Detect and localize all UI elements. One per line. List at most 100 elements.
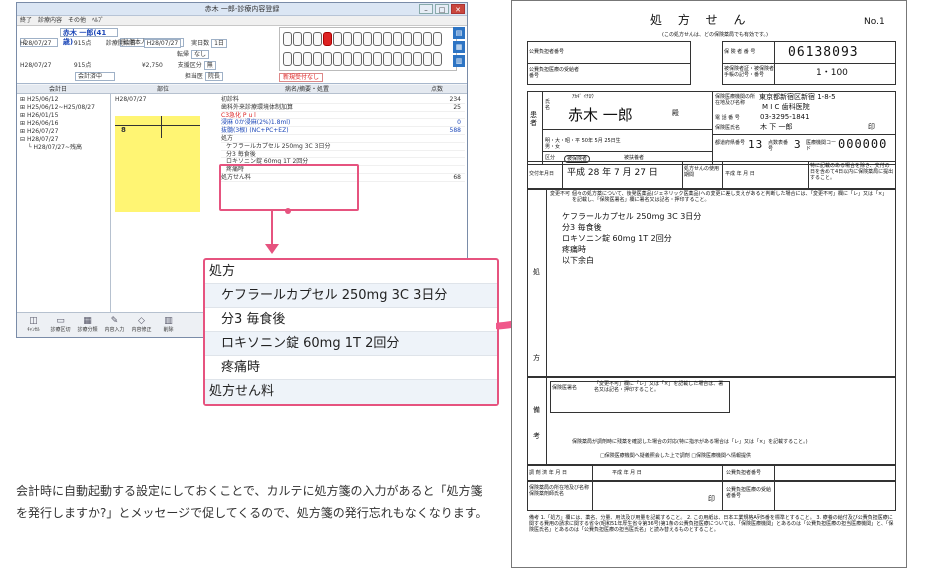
tree-item[interactable]: ⊞ H26/07/27 bbox=[20, 128, 107, 136]
divide-icon: ▭ bbox=[56, 316, 65, 326]
maximize-button[interactable]: □ bbox=[435, 4, 449, 14]
tree-item[interactable]: ⊞ H25/06/12 bbox=[20, 96, 107, 104]
close-button[interactable]: ✕ bbox=[451, 4, 465, 14]
tooth-icon[interactable] bbox=[313, 32, 322, 46]
recipient-label-2: 公費負担医療の受給者番号 bbox=[726, 487, 772, 499]
menubar: 終了 診療内容 その他 ﾍﾙﾌﾟ bbox=[17, 16, 467, 26]
tooth-icon[interactable] bbox=[293, 32, 302, 46]
highlight-dot bbox=[285, 208, 291, 214]
patient-name: 赤木 一郎(41歳) bbox=[59, 28, 118, 46]
print-icon[interactable]: ▤ bbox=[453, 27, 465, 39]
tooth-icon[interactable] bbox=[423, 52, 432, 66]
calculator-icon[interactable]: ▦ bbox=[453, 41, 465, 53]
classify-button[interactable]: ▦ 診療分類 bbox=[75, 313, 100, 337]
tooth-icon[interactable] bbox=[303, 32, 312, 46]
copay-value[interactable]: 無 bbox=[203, 61, 216, 70]
tooth-icon[interactable] bbox=[363, 32, 372, 46]
karte-line-points: 0 bbox=[457, 119, 461, 127]
minimize-button[interactable]: – bbox=[419, 4, 433, 14]
tooth-icon[interactable] bbox=[393, 52, 402, 66]
account-yen: ¥2,750 bbox=[141, 62, 163, 69]
pencil-icon: ✎ bbox=[110, 316, 119, 326]
cancel-button[interactable]: ◫ ｷｬﾝｾﾙ bbox=[21, 313, 46, 337]
transfer-value[interactable]: なし bbox=[190, 50, 209, 59]
tooth-icon[interactable] bbox=[283, 32, 292, 46]
menu-treatment[interactable]: 診療内容 bbox=[38, 16, 62, 25]
first-visit-date: H28/07/27 bbox=[143, 39, 182, 48]
tooth-icon[interactable] bbox=[323, 32, 332, 46]
tooth-icon[interactable] bbox=[333, 52, 342, 66]
card-number: 1・100 bbox=[816, 68, 848, 78]
patient-name: 赤木 一郎 bbox=[568, 106, 633, 124]
prescription-document: 処 方 せ ん No.1 (この処方せんは、どの保険薬局でも有効です。) 公費負… bbox=[511, 0, 907, 568]
callout-line: ケフラールカプセル 250mg 3C 3日分 bbox=[205, 284, 497, 308]
tooth-icon[interactable] bbox=[293, 52, 302, 66]
menu-other[interactable]: その他 bbox=[68, 16, 86, 25]
tree-item[interactable]: └ H28/07/27~残高 bbox=[20, 144, 107, 152]
tooth-icon[interactable] bbox=[343, 52, 352, 66]
tooth-icon[interactable] bbox=[353, 32, 362, 46]
copay-label: 支援区分 bbox=[177, 62, 202, 69]
tooth-icon[interactable] bbox=[343, 32, 352, 46]
karte-line[interactable]: ケフラールカプセル 250mg 3C 3日分 bbox=[221, 143, 465, 151]
tree-item[interactable]: ⊟ H28/07/27 bbox=[20, 136, 107, 144]
tooth-icon[interactable] bbox=[433, 52, 442, 66]
tooth-icon[interactable] bbox=[283, 52, 292, 66]
tooth-icon[interactable] bbox=[353, 52, 362, 66]
col-points: 点数 bbox=[431, 86, 444, 93]
patient-header: 1 赤木 一郎(41歳) 社保本人(30%) H28/07/27 915点 診療… bbox=[17, 26, 467, 84]
doctor-value[interactable]: 院長 bbox=[204, 72, 223, 81]
lower-teeth[interactable] bbox=[283, 52, 453, 68]
tooth-icon[interactable] bbox=[323, 52, 332, 66]
chart-icon[interactable]: ▥ bbox=[453, 55, 465, 67]
divide-button[interactable]: ▭ 診療区切 bbox=[48, 313, 73, 337]
tree-item[interactable]: ⊞ H25/06/12~H25/08/27 bbox=[20, 104, 107, 112]
tooth-icon[interactable] bbox=[373, 32, 382, 46]
delete-button[interactable]: ▥ 削除 bbox=[156, 313, 181, 337]
seal-label-2: 印 bbox=[708, 495, 715, 503]
karte-line[interactable]: 初診料 234 bbox=[221, 96, 465, 104]
teeth-chart[interactable] bbox=[279, 27, 457, 71]
tooth-icon[interactable] bbox=[383, 52, 392, 66]
menu-help[interactable]: ﾍﾙﾌﾟ bbox=[92, 16, 104, 25]
tooth-icon[interactable] bbox=[403, 52, 412, 66]
public-recipient-label: 公費負担医療の受給者番号 bbox=[529, 67, 580, 79]
pref-number: 13 bbox=[748, 138, 764, 151]
site-chart-box[interactable]: 8 bbox=[115, 116, 200, 212]
tree-item[interactable]: ⊞ H26/01/15 bbox=[20, 112, 107, 120]
tooth-icon[interactable] bbox=[393, 32, 402, 46]
score-label: 点数表番号 bbox=[768, 140, 789, 152]
edit-button[interactable]: ◇ 内容修正 bbox=[129, 313, 154, 337]
tooth-icon[interactable] bbox=[383, 32, 392, 46]
tooth-icon[interactable] bbox=[363, 52, 372, 66]
callout-line: 疼痛時 bbox=[205, 356, 497, 380]
tooth-icon[interactable] bbox=[413, 32, 422, 46]
sign-note: 「変更不可」欄に「レ」又は「×」を記載した場合は、署名又は記名・押印すること。 bbox=[594, 381, 724, 393]
history-tree[interactable]: ⊞ H25/06/12 ⊞ H25/06/12~H25/08/27 ⊞ H26/… bbox=[17, 94, 111, 312]
tooth-icon[interactable] bbox=[303, 52, 312, 66]
pref-label: 都道府県番号 bbox=[715, 140, 746, 146]
karte-line[interactable]: 歯科外来診療環境体制加算 25 bbox=[221, 104, 465, 112]
honorific: 殿 bbox=[672, 109, 679, 117]
upper-teeth[interactable] bbox=[283, 32, 453, 48]
code-label: 医療機関コード bbox=[806, 140, 837, 152]
tooth-icon[interactable] bbox=[413, 52, 422, 66]
column-headers: 会計日 部位 病名/摘要・処置 点数 bbox=[17, 85, 467, 94]
input-button[interactable]: ✎ 内容入力 bbox=[102, 313, 127, 337]
rx-line: 疼痛時 bbox=[562, 245, 586, 254]
account-status: 会計済中 bbox=[75, 72, 115, 81]
karte-line-text: 抜髄(3根) (NC+PC+EZ) bbox=[221, 127, 289, 135]
insurer-number: 06138093 bbox=[788, 45, 859, 60]
sex-label: 男・女 bbox=[545, 144, 561, 150]
tooth-icon[interactable] bbox=[433, 32, 442, 46]
doctor-name: 木 下 一郎 bbox=[760, 123, 793, 131]
tooth-icon[interactable] bbox=[423, 32, 432, 46]
tree-item[interactable]: ⊞ H26/06/16 bbox=[20, 120, 107, 128]
menu-exit[interactable]: 終了 bbox=[20, 16, 32, 25]
tooth-icon[interactable] bbox=[333, 32, 342, 46]
karte-line[interactable]: 処方 bbox=[221, 135, 465, 143]
tooth-icon[interactable] bbox=[313, 52, 322, 66]
tooth-icon[interactable] bbox=[373, 52, 382, 66]
tooth-icon[interactable] bbox=[403, 32, 412, 46]
karte-line[interactable]: 抜髄(3根) (NC+PC+EZ) 588 bbox=[221, 127, 465, 135]
